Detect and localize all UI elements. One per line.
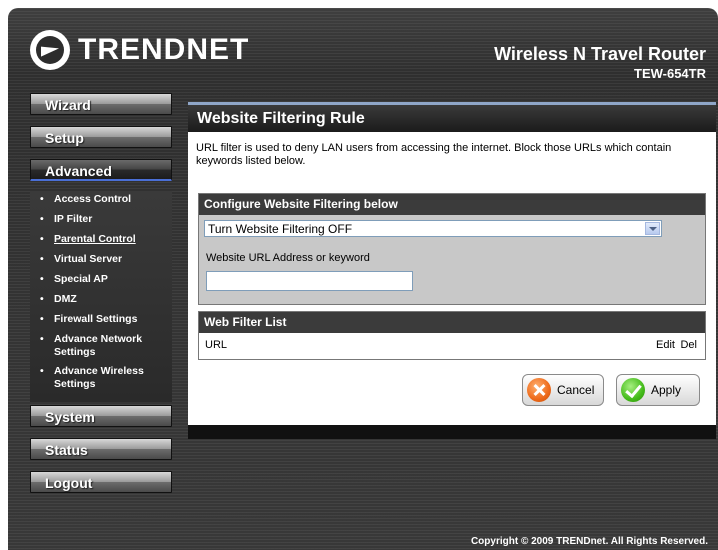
submenu-label: Access Control xyxy=(54,193,132,205)
submenu-label: Firewall Settings xyxy=(54,313,138,325)
cancel-label: Cancel xyxy=(557,383,595,397)
bullet: • xyxy=(40,365,44,377)
trendnet-logo: TRENDNET xyxy=(30,28,249,72)
page-title: Website Filtering Rule xyxy=(188,105,716,132)
model-number: TEW-654TR xyxy=(634,66,706,81)
nav-status-button[interactable]: Status xyxy=(30,438,172,460)
chevron-down-icon[interactable] xyxy=(645,222,660,235)
submenu-label: IP Filter xyxy=(54,213,93,225)
bullet: • xyxy=(40,233,44,245)
submenu-label: Advance Wireless Settings xyxy=(54,365,144,390)
product-title-block: Wireless N Travel Router TEW-654TR xyxy=(494,44,706,81)
bullet: • xyxy=(40,213,44,225)
submenu-label: Parental Control xyxy=(54,233,136,245)
router-admin-frame: TRENDNET Wireless N Travel Router TEW-65… xyxy=(8,8,718,550)
config-heading: Configure Website Filtering below xyxy=(199,194,705,215)
cancel-x-icon xyxy=(527,378,551,402)
submenu-label: Special AP xyxy=(54,273,108,285)
brand-name: TRENDNET xyxy=(78,33,250,66)
bullet: • xyxy=(40,253,44,265)
url-column-header: URL xyxy=(205,339,228,351)
advanced-submenu: • Access Control • IP Filter • Parental … xyxy=(30,191,172,402)
website-filtering-select[interactable]: Turn Website Filtering OFF xyxy=(204,220,662,237)
filter-list-heading: Web Filter List xyxy=(199,312,705,333)
copyright-text: Copyright © 2009 TRENDnet. All Rights Re… xyxy=(470,536,708,547)
filter-list-header-row: URL Edit Del xyxy=(199,333,705,358)
nav-system-button[interactable]: System xyxy=(30,405,172,427)
checkmark-icon xyxy=(621,378,645,402)
nav-wizard-button[interactable]: Wizard xyxy=(30,93,172,115)
apply-label: Apply xyxy=(651,383,682,397)
bullet: • xyxy=(40,193,44,205)
url-keyword-label: Website URL Address or keyword xyxy=(206,252,370,264)
nav-advanced-button[interactable]: Advanced xyxy=(30,159,172,181)
submenu-label: Virtual Server xyxy=(54,253,123,265)
url-keyword-input[interactable] xyxy=(206,271,413,291)
del-column-header: Del xyxy=(680,339,697,351)
edit-column-header: Edit xyxy=(656,339,675,351)
apply-button[interactable]: Apply xyxy=(616,374,700,406)
nav-setup-button[interactable]: Setup xyxy=(30,126,172,148)
bullet: • xyxy=(40,313,44,325)
select-value: Turn Website Filtering OFF xyxy=(208,222,353,236)
web-filter-list: Web Filter List URL Edit Del xyxy=(198,311,706,360)
cancel-button[interactable]: Cancel xyxy=(522,374,604,406)
trendnet-logo-icon xyxy=(30,30,70,70)
page-description: URL filter is used to deny LAN users fro… xyxy=(196,142,672,167)
bullet: • xyxy=(40,273,44,285)
main-panel: Website Filtering Rule URL filter is use… xyxy=(188,102,716,439)
product-title: Wireless N Travel Router xyxy=(494,44,706,64)
submenu-label: DMZ xyxy=(54,293,77,305)
bullet: • xyxy=(40,333,44,345)
main-bottom-bar xyxy=(188,425,716,439)
nav-logout-button[interactable]: Logout xyxy=(30,471,172,493)
submenu-label: Advance Network Settings xyxy=(54,333,143,358)
bullet: • xyxy=(40,293,44,305)
config-section: Configure Website Filtering below Turn W… xyxy=(198,193,706,305)
